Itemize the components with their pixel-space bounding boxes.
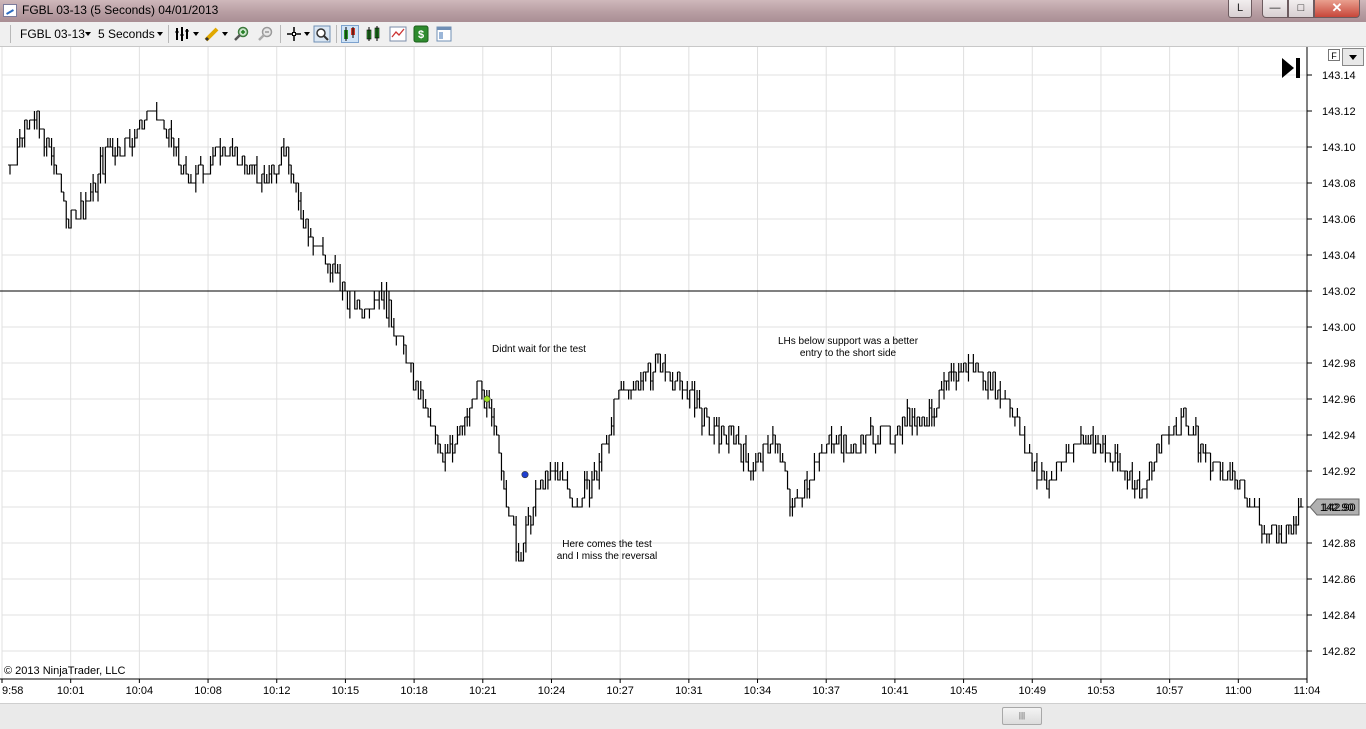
- dollar-icon[interactable]: $: [412, 25, 430, 43]
- instrument-dropdown-arrow-icon[interactable]: [85, 32, 91, 36]
- time-tick-label: 10:15: [332, 685, 360, 697]
- entry-marker: [483, 395, 491, 403]
- window-title: FGBL 03-13 (5 Seconds) 04/01/2013: [22, 3, 219, 17]
- price-chart[interactable]: 143.14 143.12 143.10 143.08 143.06 143.04 143.…: [0, 47, 1366, 703]
- title-bar: FGBL 03-13 (5 Seconds) 04/01/2013 L — □ …: [0, 0, 1366, 23]
- time-tick-label: 10:45: [950, 685, 978, 697]
- chart-toolbar: FGBL 03-13 5 Seconds $: [0, 22, 1366, 47]
- toolbar-separator: [168, 25, 169, 43]
- time-tick-label: 10:53: [1087, 685, 1115, 697]
- copyright-text: © 2013 NinjaTrader, LLC: [4, 665, 125, 677]
- chart-annotation: Didnt wait for the test: [492, 344, 586, 355]
- chart-annotation: Here comes the test: [562, 539, 652, 550]
- crosshair-dropdown-arrow-icon[interactable]: [304, 32, 310, 36]
- f-toggle-button[interactable]: F: [1328, 49, 1340, 61]
- time-tick-label: 11:04: [1294, 685, 1321, 697]
- price-tick-label: 143.00: [1322, 322, 1356, 334]
- bar-style-icon[interactable]: [174, 25, 192, 43]
- price-tick-label: 142.84: [1322, 610, 1356, 622]
- interval-dropdown-arrow-icon[interactable]: [157, 32, 163, 36]
- time-tick-label: 10:27: [606, 685, 634, 697]
- price-tick-label: 143.08: [1322, 178, 1356, 190]
- time-tick-label: 10:21: [469, 685, 497, 697]
- chart-annotation: and I miss the reversal: [557, 551, 658, 562]
- time-tick-label: 10:12: [263, 685, 291, 697]
- horizontal-scrollbar[interactable]: |||: [0, 703, 1366, 729]
- close-button[interactable]: ✕: [1314, 0, 1360, 18]
- price-tick-label: 143.12: [1322, 106, 1356, 118]
- svg-text:$: $: [418, 29, 424, 41]
- minimize-button[interactable]: —: [1262, 0, 1288, 18]
- time-tick-label: 11:00: [1225, 685, 1252, 697]
- price-tick-label: 142.82: [1322, 646, 1356, 658]
- price-tick-label: 142.92: [1322, 466, 1356, 478]
- time-tick-label: 10:04: [126, 685, 154, 697]
- price-tick-label: 143.14: [1322, 70, 1356, 82]
- time-tick-label: 10:57: [1156, 685, 1184, 697]
- time-tick-label: 10:24: [538, 685, 566, 697]
- time-tick-label: 10:34: [744, 685, 772, 697]
- time-tick-label: 10:31: [675, 685, 703, 697]
- interval-selector[interactable]: 5 Seconds: [98, 27, 155, 41]
- price-scale-dropdown[interactable]: [1342, 48, 1364, 66]
- drawing-dropdown-arrow-icon[interactable]: [222, 32, 228, 36]
- time-tick-label: 10:01: [57, 685, 85, 697]
- toolbar-separator: [336, 25, 337, 43]
- drawing-pencil-icon[interactable]: [203, 25, 221, 43]
- time-tick-label: 10:18: [400, 685, 428, 697]
- toolbar-separator: [280, 25, 281, 43]
- zoom-in-icon[interactable]: [232, 25, 250, 43]
- app-chart-icon[interactable]: [3, 4, 17, 17]
- link-button[interactable]: L: [1228, 0, 1252, 18]
- time-tick-label: 10:41: [881, 685, 909, 697]
- time-tick-label: 10:08: [194, 685, 222, 697]
- zoom-out-icon[interactable]: [256, 25, 274, 43]
- indicators-icon[interactable]: [365, 25, 383, 43]
- bar-style-dropdown-arrow-icon[interactable]: [193, 32, 199, 36]
- price-tick-label: 142.98: [1322, 358, 1356, 370]
- time-tick-label: 9:58: [2, 685, 23, 697]
- chart-annotation: entry to the short side: [800, 348, 897, 359]
- maximize-button[interactable]: □: [1288, 0, 1314, 18]
- scrollbar-thumb[interactable]: |||: [1002, 707, 1042, 725]
- chart-trader-icon[interactable]: [341, 25, 359, 43]
- price-tick-label: 142.94: [1322, 430, 1356, 442]
- price-tick-label: 143.02: [1322, 286, 1356, 298]
- test-marker: [521, 471, 529, 479]
- price-tick-label: 142.88: [1322, 538, 1356, 550]
- time-tick-label: 10:49: [1018, 685, 1046, 697]
- time-tick-label: 10:37: [812, 685, 840, 697]
- properties-icon[interactable]: [435, 25, 453, 43]
- chart-panel[interactable]: 143.14 143.12 143.10 143.08 143.06 143.04 143.…: [0, 47, 1366, 703]
- price-tick-label: 142.86: [1322, 574, 1356, 586]
- price-tick-label: 142.96: [1322, 394, 1356, 406]
- price-tick-label: 143.10: [1322, 142, 1356, 154]
- crosshair-icon[interactable]: [285, 25, 303, 43]
- price-tick-label: 143.06: [1322, 214, 1356, 226]
- scroll-to-end-icon[interactable]: [1280, 57, 1306, 79]
- instrument-selector[interactable]: FGBL 03-13: [20, 27, 85, 41]
- chart-annotation: LHs below support was a better: [778, 336, 919, 347]
- magnifier-icon[interactable]: [313, 25, 331, 43]
- price-tick-label: 143.04: [1322, 250, 1356, 262]
- last-price-label: 142.90: [1320, 502, 1354, 514]
- strategies-icon[interactable]: [389, 25, 407, 43]
- toolbar-separator: [10, 25, 11, 43]
